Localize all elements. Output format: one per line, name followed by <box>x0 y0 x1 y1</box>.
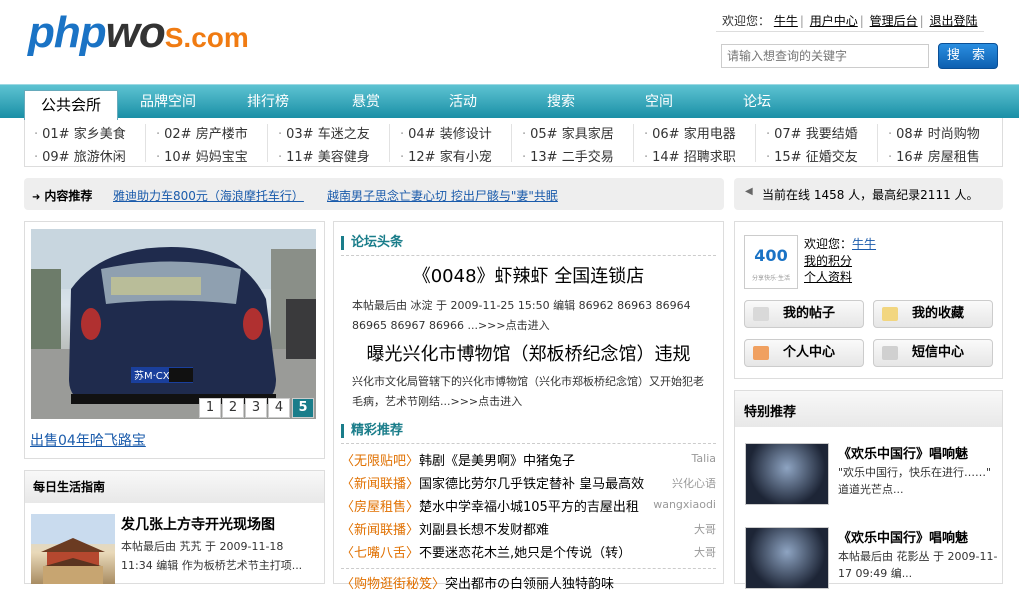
category-link[interactable]: 04# 装修设计 <box>400 123 492 142</box>
special-thumbnail[interactable] <box>745 527 829 589</box>
featured-post[interactable]: 〈房屋租售〉楚水中学幸福小城105平方的吉屋出租 wangxiaodi <box>341 496 716 518</box>
online-icon: ◀ <box>745 186 753 197</box>
greeting-label: 欢迎您： <box>722 14 771 28</box>
slideshow-image[interactable]: 苏M·CX <box>31 229 316 419</box>
category-link[interactable]: 15# 征婚交友 <box>766 146 858 165</box>
category-link[interactable]: 12# 家有小宠 <box>400 146 492 165</box>
nav-tab-forum[interactable]: 论坛 <box>743 91 771 111</box>
featured-post[interactable]: 〈新闻联播〉刘副县长想不发财都难 大哥 <box>341 519 716 541</box>
nav-tab-ranking[interactable]: 排行榜 <box>247 91 289 111</box>
category-link[interactable]: 10# 妈妈宝宝 <box>156 146 248 165</box>
nav-tab-active[interactable]: 公共会所 <box>24 90 118 120</box>
forum-headline-header: 论坛头条 <box>341 236 403 250</box>
welcome-text: 欢迎您：牛牛 <box>804 237 877 251</box>
special-desc: 本帖最后由 花影丛 于 2009-11-17 09:49 编... <box>838 550 998 580</box>
category-link[interactable]: 07# 我要结婚 <box>766 123 858 142</box>
nav-tab-reward[interactable]: 悬赏 <box>352 91 380 111</box>
welcome-username-link[interactable]: 牛牛 <box>852 237 876 251</box>
recommend-link[interactable]: 雅迪助力车800元（海浪摩托车行） <box>113 187 304 204</box>
category-link[interactable]: 13# 二手交易 <box>522 146 614 165</box>
guide-meta: 本帖最后由 艽艽 于 2009-11-18 11:34 编辑 作为板桥艺术节主打… <box>121 540 303 572</box>
search-button[interactable]: 搜 索 <box>938 43 998 69</box>
headline-link-2[interactable]: 曝光兴化市博物馆（郑板桥纪念馆）违规 <box>333 340 724 366</box>
special-desc: "欢乐中国行，快乐在进行……" 道道光芒点... <box>838 466 992 496</box>
category-link[interactable]: 01# 家乡美食 <box>34 123 126 142</box>
category-link[interactable]: 08# 时尚购物 <box>888 123 980 142</box>
avatar[interactable]: 400 分享快乐·生活 <box>744 235 798 289</box>
special-title-link[interactable]: 《欢乐中国行》唱响魅 <box>838 527 968 546</box>
featured-header: 精彩推荐 <box>341 424 403 438</box>
online-count: 当前在线 1458 人，最高纪录2111 人。 <box>762 188 979 202</box>
category-link[interactable]: 02# 房产楼市 <box>156 123 248 142</box>
user-center-link[interactable]: 用户中心 <box>810 14 858 28</box>
headline-link-1[interactable]: 《0048》虾辣虾 全国连锁店 <box>333 262 724 288</box>
slideshow-page-2[interactable]: 2 <box>222 398 244 418</box>
life-guide-header: 每日生活指南 <box>25 471 324 503</box>
category-link[interactable]: 06# 家用电器 <box>644 123 736 142</box>
special-thumbnail[interactable] <box>745 443 829 505</box>
user-icon <box>753 345 769 360</box>
recommend-link[interactable]: 越南男子思念亡妻心切 挖出尸骸与"妻"共眠 <box>327 187 558 204</box>
category-link[interactable]: 03# 车迷之友 <box>278 123 370 142</box>
messages-button[interactable]: 短信中心 <box>873 339 993 367</box>
featured-post[interactable]: 〈无限贴吧〉韩剧《是美男啊》中猪兔子 Talia <box>341 450 716 472</box>
site-logo[interactable]: phpwoS.com <box>28 8 249 58</box>
search-input[interactable] <box>721 44 929 68</box>
nav-tab-space[interactable]: 空间 <box>645 91 673 111</box>
category-link[interactable]: 16# 房屋租售 <box>888 146 980 165</box>
guide-thumbnail[interactable] <box>31 514 115 584</box>
slideshow-page-5[interactable]: 5 <box>292 398 314 418</box>
logout-link[interactable]: 退出登陆 <box>930 14 978 28</box>
svg-text:苏M·CX: 苏M·CX <box>134 369 170 382</box>
mail-icon <box>882 345 898 360</box>
my-points-link[interactable]: 我的积分 <box>804 252 852 269</box>
posts-icon <box>753 306 769 321</box>
slideshow-page-1[interactable]: 1 <box>199 398 221 418</box>
my-posts-button[interactable]: 我的帖子 <box>744 300 864 328</box>
featured-post[interactable]: 〈新闻联播〉国家德比劳尔几乎铁定替补 皇马最高效 兴化心语 <box>341 473 716 495</box>
user-bar: 欢迎您： 牛牛 | 用户中心 | 管理后台 | 退出登陆 <box>716 10 984 32</box>
featured-post[interactable]: 〈七嘴八舌〉不要迷恋花木兰,她只是个传说（转） 大哥 <box>341 542 716 564</box>
featured-post[interactable]: 〈购物逛街秘笈〉突出都市の白领丽人独特韵味 <box>341 573 716 595</box>
folder-icon <box>882 306 898 321</box>
nav-tab-brand[interactable]: 品牌空间 <box>140 91 196 111</box>
guide-title-link[interactable]: 发几张上方寺开光现场图 <box>121 514 275 534</box>
personal-center-button[interactable]: 个人中心 <box>744 339 864 367</box>
category-link[interactable]: 05# 家具家居 <box>522 123 614 142</box>
username-link[interactable]: 牛牛 <box>774 14 798 28</box>
category-link[interactable]: 14# 招聘求职 <box>644 146 736 165</box>
slideshow-page-4[interactable]: 4 <box>268 398 290 418</box>
category-link[interactable]: 09# 旅游休闲 <box>34 146 126 165</box>
nav-tab-activity[interactable]: 活动 <box>449 91 477 111</box>
photo-caption-link[interactable]: 出售04年哈飞路宝 <box>30 430 146 450</box>
special-header: 特别推荐 <box>735 391 1002 427</box>
special-title-link[interactable]: 《欢乐中国行》唱响魅 <box>838 443 968 462</box>
profile-link[interactable]: 个人资料 <box>804 268 852 285</box>
headline-meta-2: 兴化市文化局管辖下的兴化市博物馆（兴化市郑板桥纪念馆）又开始犯老毛病，艺术节刚结… <box>352 375 704 408</box>
recommend-label: 内容推荐 <box>32 187 92 204</box>
category-link[interactable]: 11# 美容健身 <box>278 146 370 165</box>
my-favorites-button[interactable]: 我的收藏 <box>873 300 993 328</box>
admin-link[interactable]: 管理后台 <box>870 14 918 28</box>
main-nav: 品牌空间 排行榜 悬赏 活动 搜索 空间 论坛 <box>0 84 1019 118</box>
slideshow-page-3[interactable]: 3 <box>245 398 267 418</box>
nav-tab-search[interactable]: 搜索 <box>547 91 575 111</box>
headline-meta-1: 本帖最后由 冰淀 于 2009-11-25 15:50 编辑 86962 869… <box>352 299 691 332</box>
